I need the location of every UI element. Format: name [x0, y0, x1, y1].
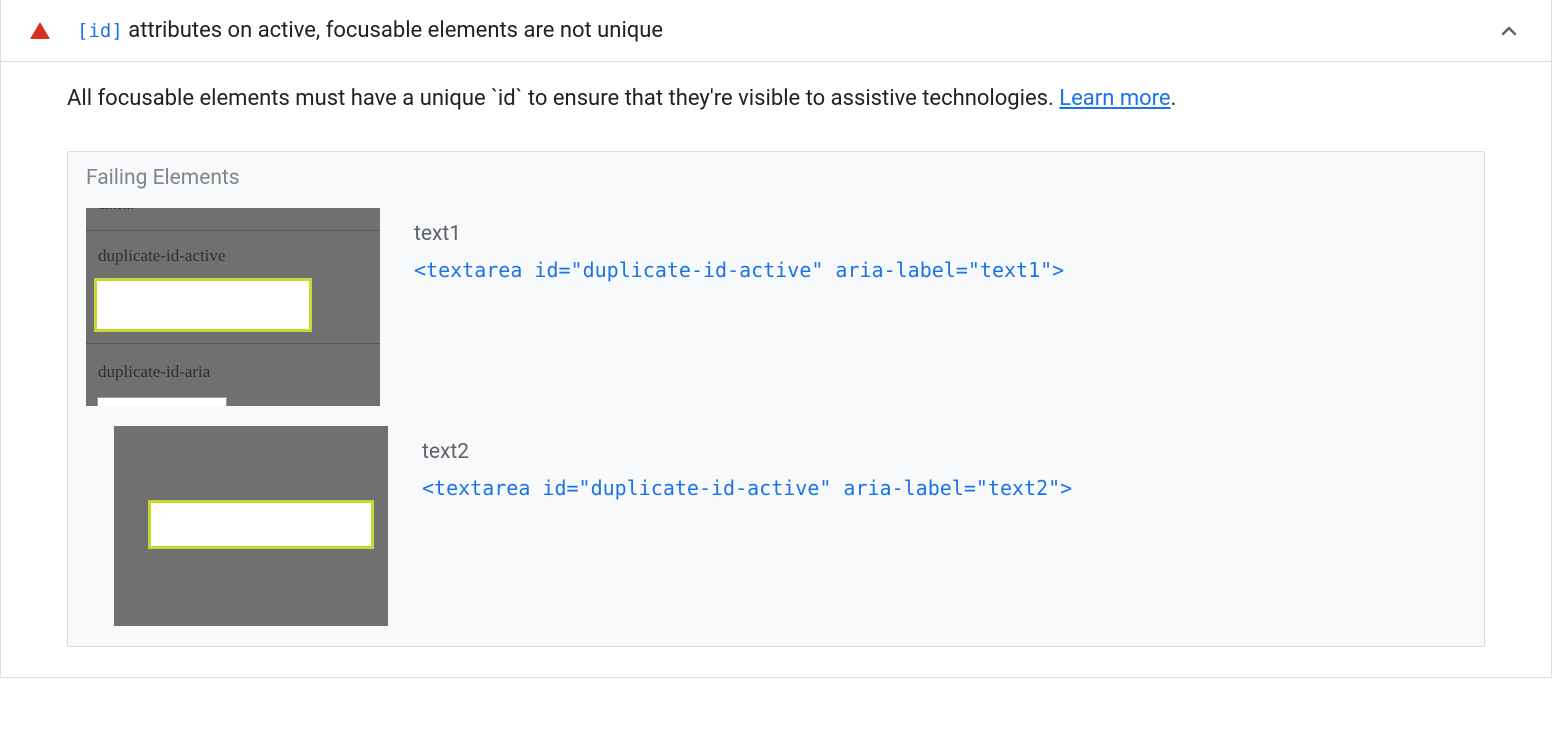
failing-element-row: text2 <textarea id="duplicate-id-active"… [68, 426, 1484, 646]
audit-header[interactable]: [id] attributes on active, focusable ele… [1, 0, 1551, 62]
chevron-up-icon[interactable] [1497, 19, 1521, 43]
element-thumbnail[interactable] [114, 426, 388, 626]
failing-elements-section: Failing Elements dlitem duplicate-id-act… [67, 151, 1485, 647]
thumb-text: dlitem [98, 208, 134, 214]
failing-element-label: text1 [414, 222, 1466, 246]
failing-element-code: <textarea id="duplicate-id-active" aria-… [414, 258, 1466, 282]
failing-element-row: dlitem duplicate-id-active duplicate-id-… [68, 208, 1484, 426]
audit-description: All focusable elements must have a uniqu… [67, 84, 1485, 115]
audit-title-text: attributes on active, focusable elements… [123, 18, 663, 43]
failing-element-code: <textarea id="duplicate-id-active" aria-… [422, 476, 1466, 500]
failing-elements-heading: Failing Elements [68, 152, 1484, 208]
failing-element-label: text2 [422, 440, 1466, 464]
audit-title-code: [id] [77, 20, 123, 42]
thumb-text: duplicate-id-active [98, 246, 225, 266]
learn-more-link[interactable]: Learn more [1059, 86, 1170, 111]
element-thumbnail[interactable]: dlitem duplicate-id-active duplicate-id-… [86, 208, 380, 406]
audit-item: [id] attributes on active, focusable ele… [0, 0, 1552, 678]
thumb-highlight [148, 500, 374, 549]
failing-element-detail: text1 <textarea id="duplicate-id-active"… [414, 208, 1466, 282]
thumb-text: duplicate-id-aria [98, 362, 210, 382]
audit-title: [id] attributes on active, focusable ele… [77, 18, 1497, 43]
warning-icon [31, 22, 49, 40]
audit-body: All focusable elements must have a uniqu… [1, 62, 1551, 677]
description-text: All focusable elements must have a uniqu… [67, 86, 1059, 111]
thumb-highlight [94, 278, 312, 332]
failing-element-detail: text2 <textarea id="duplicate-id-active"… [422, 426, 1466, 500]
